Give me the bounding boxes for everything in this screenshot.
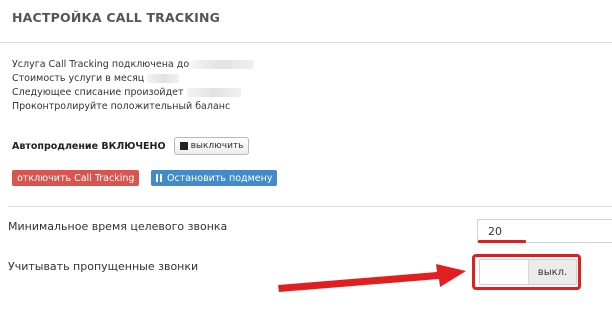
toggle-state-label: выкл.	[529, 260, 576, 284]
toggle-knob	[480, 260, 529, 284]
missed-calls-toggle[interactable]: выкл.	[479, 259, 577, 285]
